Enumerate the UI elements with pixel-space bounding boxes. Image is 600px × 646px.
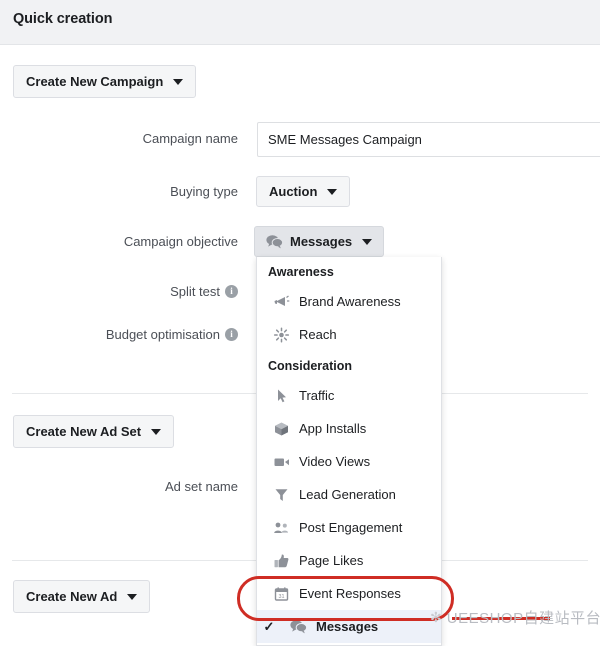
people-group-icon [273,519,290,536]
campaign-objective-label: Campaign objective [124,234,238,249]
chevron-down-icon [327,189,337,195]
menu-item-event-responses[interactable]: 31 Event Responses [257,577,441,610]
menu-item-label: Video Views [299,454,370,469]
menu-item-reach[interactable]: Reach [257,318,441,351]
budget-optimisation-label-text: Budget optimisation [106,327,220,342]
menu-item-label: Post Engagement [299,520,402,535]
megaphone-icon [273,293,290,310]
calendar-icon: 31 [273,585,290,602]
create-new-ad-label: Create New Ad [26,589,117,604]
watermark: ✻ UEESHOP自建站平台 [430,607,600,628]
buying-type-label: Buying type [170,184,238,199]
annotation-arrow-line [452,617,550,620]
menu-item-label: Traffic [299,388,334,403]
split-test-label: Split test i [170,284,238,299]
menu-item-lead-generation[interactable]: Lead Generation [257,478,441,511]
menu-item-label: App Installs [299,421,366,436]
menu-group-awareness-header: Awareness [257,257,441,285]
chevron-down-icon [151,429,161,435]
info-icon[interactable]: i [225,328,238,341]
create-new-campaign-label: Create New Campaign [26,74,163,89]
menu-item-label: Lead Generation [299,487,396,502]
buying-type-value: Auction [269,184,317,199]
chevron-down-icon [362,239,372,245]
buying-type-dropdown[interactable]: Auction [256,176,350,207]
menu-item-video-views[interactable]: Video Views [257,445,441,478]
budget-optimisation-label: Budget optimisation i [106,327,238,342]
campaign-objective-dropdown[interactable]: Messages [254,226,384,257]
menu-item-post-engagement[interactable]: Post Engagement [257,511,441,544]
menu-group-consideration-header: Consideration [257,351,441,379]
reach-burst-icon [273,326,290,343]
menu-item-app-installs[interactable]: App Installs [257,412,441,445]
messages-bubble-icon [266,233,283,250]
menu-item-label: Reach [299,327,337,342]
ad-set-name-label: Ad set name [165,479,238,494]
funnel-icon [273,486,290,503]
video-camera-icon [273,453,290,470]
menu-item-traffic[interactable]: Traffic [257,379,441,412]
chevron-down-icon [127,594,137,600]
chevron-down-icon [173,79,183,85]
cursor-arrow-icon [273,387,290,404]
create-new-ad-button[interactable]: Create New Ad [13,580,150,613]
page-header: Quick creation [0,0,600,45]
menu-item-brand-awareness[interactable]: Brand Awareness [257,285,441,318]
campaign-name-input[interactable] [257,122,600,157]
checkmark-icon: ✓ [257,619,281,635]
info-icon[interactable]: i [225,285,238,298]
thumbs-up-icon [273,552,290,569]
campaign-name-label: Campaign name [143,131,238,146]
watermark-text: UEESHOP自建站平台 [447,607,600,628]
create-new-ad-set-button[interactable]: Create New Ad Set [13,415,174,448]
campaign-objective-menu[interactable]: Awareness Brand Awareness [256,257,442,646]
menu-item-messages[interactable]: ✓ Messages [257,610,441,643]
create-new-campaign-button[interactable]: Create New Campaign [13,65,196,98]
messages-bubble-icon [290,618,307,635]
menu-item-label: Page Likes [299,553,363,568]
menu-item-label: Brand Awareness [299,294,401,309]
menu-item-page-likes[interactable]: Page Likes [257,544,441,577]
create-new-ad-set-label: Create New Ad Set [26,424,141,439]
page-title: Quick creation [13,11,112,27]
split-test-label-text: Split test [170,284,220,299]
menu-item-label: Event Responses [299,586,401,601]
svg-text:31: 31 [279,594,285,600]
campaign-objective-value: Messages [290,234,352,249]
menu-item-label: Messages [316,619,378,634]
cube-box-icon [273,420,290,437]
